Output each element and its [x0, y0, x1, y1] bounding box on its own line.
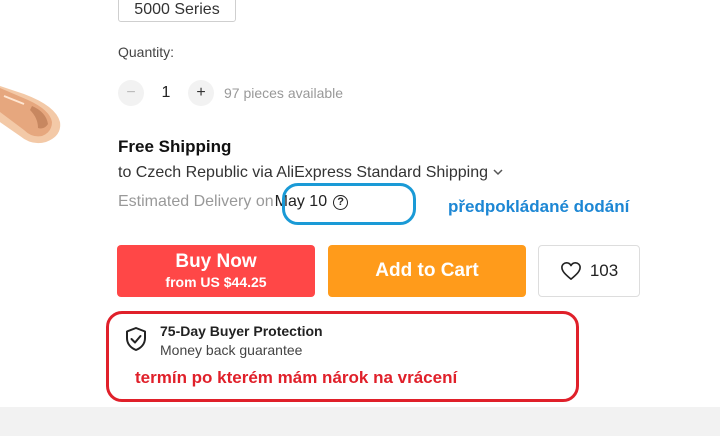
- plus-icon: +: [196, 84, 206, 101]
- annotation-highlight-delivery: [282, 183, 416, 225]
- estimated-delivery-label: Estimated Delivery on: [118, 193, 274, 210]
- buy-now-label: Buy Now: [175, 251, 257, 272]
- shipping-method-selector[interactable]: to Czech Republic via AliExpress Standar…: [118, 164, 503, 182]
- buyer-protection-title: 75-Day Buyer Protection: [160, 323, 323, 339]
- quantity-decrement-button[interactable]: −: [118, 80, 144, 106]
- quantity-stepper: − 1 + 97 pieces available: [118, 79, 343, 107]
- quantity-value[interactable]: 1: [144, 84, 188, 102]
- section-divider: [0, 407, 720, 436]
- stock-available-text: 97 pieces available: [224, 85, 344, 101]
- quantity-increment-button[interactable]: +: [188, 80, 214, 106]
- wishlist-count: 103: [589, 261, 619, 280]
- annotation-protection-note: termín po kterém mám nárok na vrácení: [135, 368, 458, 387]
- shipping-route-text: to Czech Republic via AliExpress Standar…: [118, 164, 488, 181]
- wishlist-button[interactable]: 103: [538, 245, 640, 297]
- chevron-down-icon: [493, 167, 503, 179]
- variant-option-selected[interactable]: 5000 Series: [118, 0, 236, 22]
- heart-icon: [560, 262, 581, 280]
- buy-now-button[interactable]: Buy Now from US $44.25: [117, 245, 315, 297]
- shipping-title: Free Shipping: [118, 137, 232, 156]
- buyer-protection-subtitle: Money back guarantee: [160, 342, 303, 358]
- shield-check-icon: [126, 327, 146, 351]
- quantity-label: Quantity:: [118, 44, 175, 60]
- buy-now-price: from US $44.25: [165, 274, 267, 290]
- minus-icon: −: [126, 84, 136, 101]
- product-image: [0, 86, 61, 144]
- annotation-delivery-note: předpokládané dodání: [448, 197, 630, 216]
- add-to-cart-button[interactable]: Add to Cart: [328, 245, 526, 297]
